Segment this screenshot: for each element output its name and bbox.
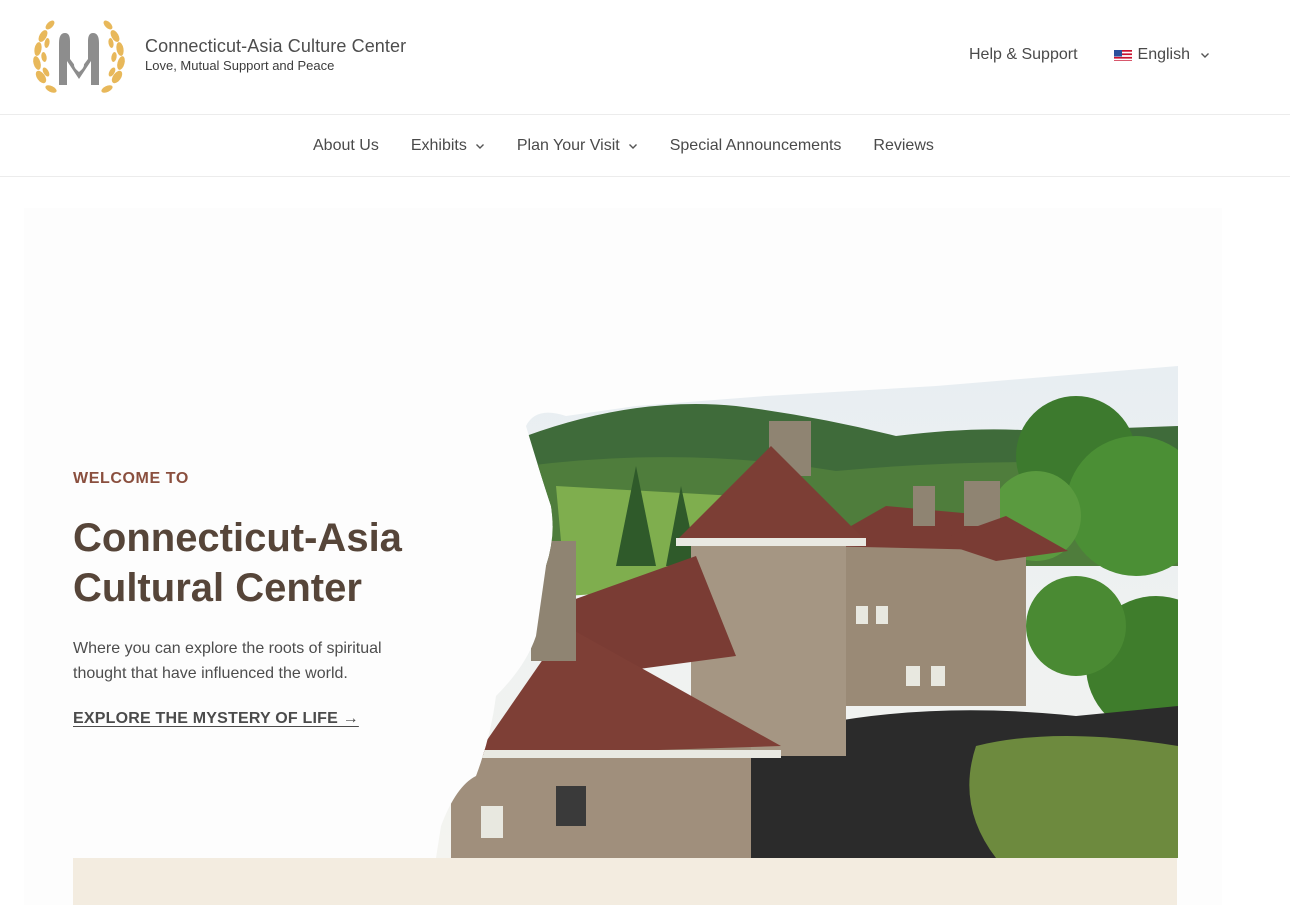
site-logo-icon[interactable] bbox=[31, 19, 127, 97]
nav-item-label: Exhibits bbox=[410, 137, 467, 154]
brand: Connecticut-Asia Culture Center Love, Mu… bbox=[145, 36, 406, 74]
chevron-down-icon bbox=[475, 144, 484, 149]
help-support-link[interactable]: Help & Support bbox=[969, 45, 1078, 65]
nav-item-about-us[interactable]: About Us bbox=[313, 136, 379, 156]
hero-eyebrow: WELCOME TO bbox=[73, 470, 189, 487]
castle-hero-image bbox=[436, 366, 1178, 858]
nav-item-label: Special Announcements bbox=[669, 137, 842, 154]
chevron-down-icon bbox=[628, 144, 637, 149]
site-title[interactable]: Connecticut-Asia Culture Center bbox=[145, 36, 406, 56]
us-flag-icon bbox=[1113, 49, 1132, 61]
hero-text: WELCOME TO Connecticut-Asia Cultural Cen… bbox=[73, 469, 453, 728]
hero-title-line: Connecticut-Asia bbox=[73, 516, 402, 560]
hero-description-line: thought that have influenced the world. bbox=[73, 665, 348, 682]
nav-item-plan-your-visit[interactable]: Plan Your Visit bbox=[517, 136, 638, 156]
nav-item-special-announcements[interactable]: Special Announcements bbox=[670, 136, 842, 156]
explore-cta-link[interactable]: EXPLORE THE MYSTERY OF LIFE → bbox=[73, 710, 359, 728]
language-label: English bbox=[1137, 46, 1190, 63]
site-header: Connecticut-Asia Culture Center Love, Mu… bbox=[0, 0, 1290, 115]
hero-description-line: Where you can explore the roots of spiri… bbox=[73, 640, 382, 657]
hero-description: Where you can explore the roots of spiri… bbox=[73, 636, 453, 686]
main-navigation: About Us Exhibits Plan Your Visit Specia… bbox=[0, 116, 1290, 177]
chevron-down-icon bbox=[1201, 53, 1209, 58]
site-tagline: Love, Mutual Support and Peace bbox=[145, 58, 335, 73]
hero-title: Connecticut-Asia Cultural Center bbox=[73, 513, 453, 613]
content-band bbox=[73, 858, 1177, 905]
nav-item-exhibits[interactable]: Exhibits bbox=[411, 136, 485, 156]
nav-item-label: Plan Your Visit bbox=[516, 137, 620, 154]
nav-item-label: About Us bbox=[313, 137, 379, 154]
top-links: Help & Support English bbox=[969, 45, 1210, 65]
language-selector[interactable]: English bbox=[1113, 46, 1210, 64]
nav-item-label: Reviews bbox=[873, 137, 934, 154]
nav-item-reviews[interactable]: Reviews bbox=[873, 136, 933, 156]
hero-title-line: Cultural Center bbox=[73, 566, 362, 610]
